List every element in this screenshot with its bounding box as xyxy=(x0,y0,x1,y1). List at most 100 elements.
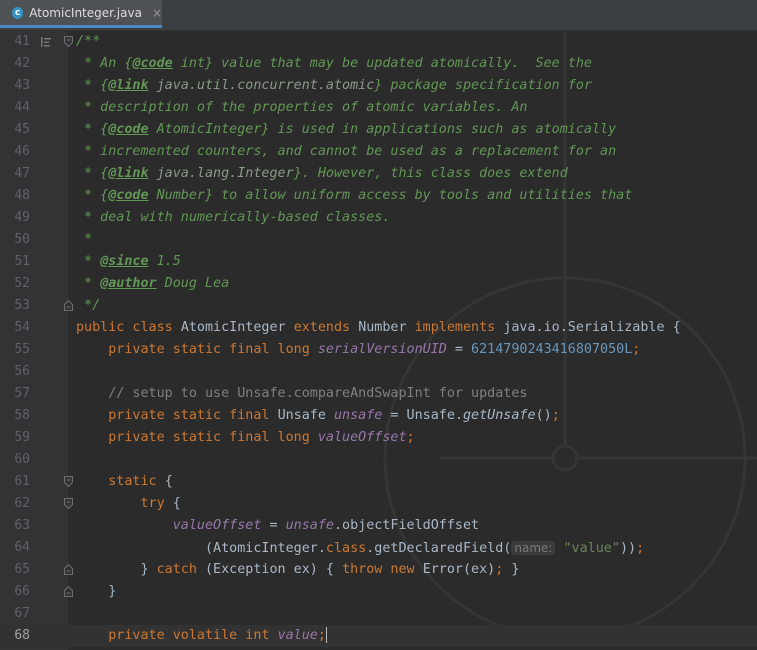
fold-end-icon[interactable] xyxy=(64,300,73,311)
code-line[interactable]: 60 xyxy=(0,449,757,471)
text-caret xyxy=(325,627,327,643)
code-text[interactable]: private static final Unsafe unsafe = Uns… xyxy=(76,405,560,427)
code-token: @author xyxy=(100,276,157,291)
code-token: Unsafe xyxy=(277,408,334,423)
code-text[interactable]: private static final long valueOffset; xyxy=(76,427,415,449)
java-class-icon: c xyxy=(12,6,24,19)
code-line[interactable]: 46 * incremented counters, and cannot be… xyxy=(0,141,757,163)
code-text[interactable]: * {@link java.util.concurrent.atomic} pa… xyxy=(76,75,592,97)
code-line[interactable]: 63 valueOffset = unsafe.objectFieldOffse… xyxy=(0,515,757,537)
code-token: Error(ex) xyxy=(422,562,496,577)
code-token: * xyxy=(76,232,93,247)
line-number: 55 xyxy=(14,342,30,357)
code-text[interactable]: * An {@code int} value that may be updat… xyxy=(76,53,592,75)
code-text[interactable]: * {@link java.lang.Integer}. However, th… xyxy=(76,163,568,185)
code-text[interactable]: } xyxy=(76,581,116,603)
code-line[interactable]: 48 * {@code Number} to allow uniform acc… xyxy=(0,185,757,207)
code-text[interactable]: public class AtomicInteger extends Numbe… xyxy=(76,317,681,339)
code-token: * xyxy=(76,254,101,269)
code-line[interactable]: 44 * description of the properties of at… xyxy=(0,97,757,119)
code-line[interactable]: 42 * An {@code int} value that may be up… xyxy=(0,53,757,75)
code-text[interactable]: try { xyxy=(76,493,181,515)
code-line[interactable]: 67 xyxy=(0,603,757,625)
code-line[interactable]: 58 private static final Unsafe unsafe = … xyxy=(0,405,757,427)
code-line[interactable]: 57 // setup to use Unsafe.compareAndSwap… xyxy=(0,383,757,405)
code-text[interactable]: * description of the properties of atomi… xyxy=(76,97,527,119)
code-line[interactable]: 65 } catch (Exception ex) { throw new Er… xyxy=(0,559,757,581)
fold-end-icon[interactable] xyxy=(64,564,73,575)
code-token: AtomicInteger} is used in applications s… xyxy=(148,122,617,137)
code-token: private static final xyxy=(108,408,278,423)
code-line[interactable]: 62 try { xyxy=(0,493,757,515)
fold-end-icon[interactable] xyxy=(64,586,73,597)
code-text[interactable]: * deal with numerically-based classes. xyxy=(76,207,390,229)
code-line[interactable]: 45 * {@code AtomicInteger} is used in ap… xyxy=(0,119,757,141)
line-number: 52 xyxy=(14,276,30,291)
line-number: 61 xyxy=(14,474,30,489)
line-number: 48 xyxy=(14,188,30,203)
code-text[interactable]: valueOffset = unsafe.objectFieldOffset xyxy=(76,515,479,537)
code-text[interactable]: /** xyxy=(76,31,100,53)
code-token: } xyxy=(76,562,157,577)
code-token: ; xyxy=(551,408,560,423)
code-token: valueOffset xyxy=(172,518,262,533)
code-text[interactable]: private static final long serialVersionU… xyxy=(76,339,640,361)
code-line[interactable]: 68 private volatile int value; xyxy=(0,625,757,647)
code-token: Number} to allow uniform access by tools… xyxy=(148,188,633,203)
code-token: }. However, this class does extend xyxy=(293,166,568,181)
code-text[interactable]: * xyxy=(76,229,92,251)
code-token: { xyxy=(164,474,173,489)
code-text[interactable]: * @since 1.5 xyxy=(76,251,181,273)
line-number: 42 xyxy=(14,56,30,71)
code-token: java.lang.Integer xyxy=(148,166,294,181)
code-token: serialVersionUID xyxy=(317,342,447,357)
code-line[interactable]: 61 static { xyxy=(0,471,757,493)
code-line[interactable]: 50 * xyxy=(0,229,757,251)
code-token: int} value that may be updated atomicall… xyxy=(172,56,592,71)
code-token: * deal with numerically-based classes. xyxy=(76,210,391,225)
code-text[interactable]: * incremented counters, and cannot be us… xyxy=(76,141,616,163)
code-token: /** xyxy=(76,34,101,49)
code-text[interactable]: (AtomicInteger.class.getDeclaredField(na… xyxy=(76,537,644,560)
editor-tab-atomicinteger[interactable]: c AtomicInteger.java × xyxy=(0,0,162,28)
code-token: */ xyxy=(76,298,101,313)
code-line[interactable]: 59 private static final long valueOffset… xyxy=(0,427,757,449)
code-text[interactable]: static { xyxy=(76,471,173,493)
code-token: * { xyxy=(76,188,109,203)
code-token: ; xyxy=(495,562,512,577)
code-line[interactable]: 51 * @since 1.5 xyxy=(0,251,757,273)
code-line[interactable]: 47 * {@link java.lang.Integer}. However,… xyxy=(0,163,757,185)
line-number: 62 xyxy=(14,496,30,511)
fold-start-icon[interactable] xyxy=(64,498,73,509)
code-line[interactable]: 55 private static final long serialVersi… xyxy=(0,339,757,361)
code-text[interactable]: */ xyxy=(76,295,100,317)
code-token: { xyxy=(172,496,181,511)
code-token: ; xyxy=(406,430,415,445)
code-text[interactable]: // setup to use Unsafe.compareAndSwapInt… xyxy=(76,383,527,405)
code-text[interactable]: * {@code Number} to allow uniform access… xyxy=(76,185,632,207)
code-line[interactable]: 54 public class AtomicInteger extends Num… xyxy=(0,317,757,339)
fold-start-icon[interactable] xyxy=(64,36,73,47)
code-editor[interactable]: 41/** 42 * An {@code int} value that may … xyxy=(0,31,757,650)
code-token: class xyxy=(325,541,367,556)
code-text[interactable]: } catch (Exception ex) { throw new Error… xyxy=(76,559,519,581)
code-line[interactable]: 66 } xyxy=(0,581,757,603)
code-line[interactable]: 64 (AtomicInteger.class.getDeclaredField… xyxy=(0,537,757,559)
fold-start-icon[interactable] xyxy=(64,476,73,487)
code-text[interactable]: * @author Doug Lea xyxy=(76,273,229,295)
code-token: catch xyxy=(156,562,205,577)
code-line[interactable]: 53 */ xyxy=(0,295,757,317)
code-text[interactable]: private volatile int value; xyxy=(76,625,327,647)
implementation-list-icon[interactable] xyxy=(40,36,52,48)
code-line[interactable]: 52 * @author Doug Lea xyxy=(0,273,757,295)
close-tab-icon[interactable]: × xyxy=(152,6,162,20)
code-token: @link xyxy=(108,166,149,181)
code-text[interactable]: * {@code AtomicInteger} is used in appli… xyxy=(76,119,616,141)
code-line[interactable]: 43 * {@link java.util.concurrent.atomic}… xyxy=(0,75,757,97)
code-line[interactable]: 49 * deal with numerically-based classes… xyxy=(0,207,757,229)
code-line[interactable]: 41 /** xyxy=(0,31,757,53)
code-line[interactable]: 56 xyxy=(0,361,757,383)
